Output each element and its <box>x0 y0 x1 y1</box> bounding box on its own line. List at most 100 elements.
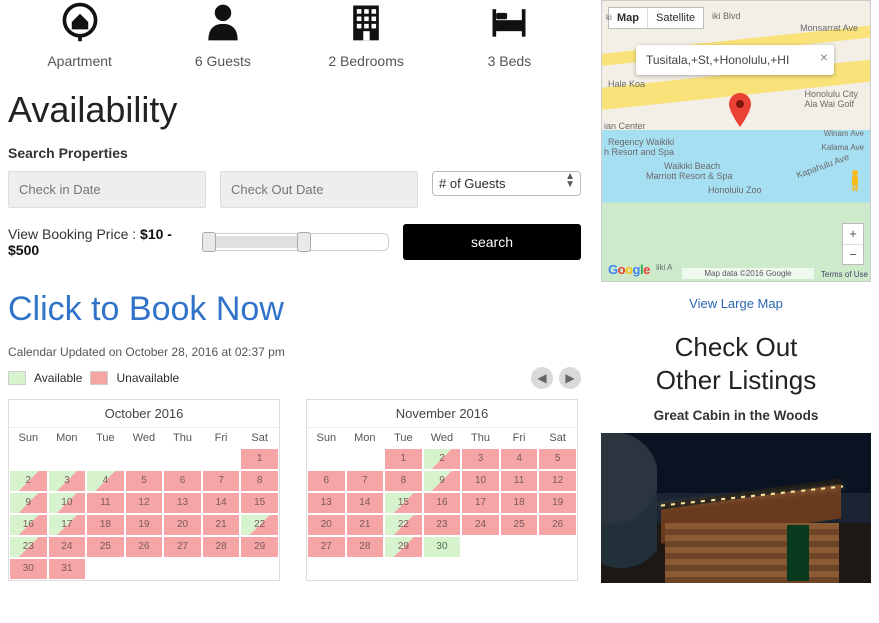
search-button[interactable]: search <box>403 224 581 260</box>
calendar-day[interactable]: 5 <box>539 449 576 469</box>
calendar-day[interactable]: 14 <box>347 493 384 513</box>
calendar-day[interactable]: 29 <box>241 537 278 557</box>
map-label: Ala Wai Golf <box>804 99 854 109</box>
calendar-day-header: Tue <box>384 428 423 449</box>
map-label: Honolulu City <box>804 89 858 99</box>
feature-guests: 6 Guests <box>151 0 294 69</box>
calendar-day[interactable]: 3 <box>49 471 86 491</box>
calendar-day[interactable]: 1 <box>385 449 422 469</box>
calendar-day[interactable]: 13 <box>164 493 201 513</box>
calendar-day[interactable]: 19 <box>126 515 163 535</box>
calendar-day[interactable]: 16 <box>424 493 461 513</box>
calendar-day[interactable]: 26 <box>539 515 576 535</box>
calendar-day[interactable]: 10 <box>462 471 499 491</box>
calendar-day[interactable]: 11 <box>87 493 124 513</box>
calendar-day[interactable]: 30 <box>10 559 47 579</box>
calendar-day[interactable]: 8 <box>241 471 278 491</box>
map-label: Monsarrat Ave <box>800 23 858 33</box>
calendar-day[interactable]: 14 <box>203 493 240 513</box>
calendar-day[interactable]: 22 <box>241 515 278 535</box>
calendar-day[interactable]: 6 <box>308 471 345 491</box>
calendar-day[interactable]: 25 <box>501 515 538 535</box>
calendar-title: November 2016 <box>307 400 577 427</box>
close-icon[interactable]: × <box>820 49 828 65</box>
calendar-day[interactable]: 16 <box>10 515 47 535</box>
map-terms-link[interactable]: Terms of Use <box>821 270 868 279</box>
calendar-day[interactable]: 24 <box>49 537 86 557</box>
calendar-prev-button[interactable]: ◀ <box>531 367 553 389</box>
calendar-day-header: Sun <box>307 428 346 449</box>
calendar-day[interactable]: 18 <box>501 493 538 513</box>
feature-bedrooms: 2 Bedrooms <box>295 0 438 69</box>
map-pin-icon[interactable] <box>728 93 752 134</box>
calendar-day[interactable]: 1 <box>241 449 278 469</box>
calendar-day[interactable]: 2 <box>10 471 47 491</box>
calendar-day[interactable]: 8 <box>385 471 422 491</box>
slider-handle-max[interactable] <box>297 232 311 252</box>
calendar-day[interactable]: 28 <box>347 537 384 557</box>
map-label: h Resort and Spa <box>604 147 674 157</box>
calendar-next-button[interactable]: ▶ <box>559 367 581 389</box>
calendar-day[interactable]: 25 <box>87 537 124 557</box>
map-type-map[interactable]: Map <box>609 8 647 28</box>
calendar-day[interactable]: 4 <box>87 471 124 491</box>
checkout-input[interactable] <box>220 171 418 208</box>
calendar-day[interactable]: 7 <box>203 471 240 491</box>
calendar-day[interactable]: 27 <box>164 537 201 557</box>
zoom-out-button[interactable]: − <box>843 244 863 264</box>
price-slider[interactable] <box>204 233 389 251</box>
calendar-day[interactable]: 21 <box>347 515 384 535</box>
calendar-day[interactable]: 5 <box>126 471 163 491</box>
pegman-icon[interactable] <box>846 169 864 193</box>
calendar-day[interactable]: 23 <box>424 515 461 535</box>
calendar-day[interactable]: 15 <box>241 493 278 513</box>
calendar-day[interactable]: 28 <box>203 537 240 557</box>
calendar-day[interactable]: 27 <box>308 537 345 557</box>
calendar-day[interactable]: 12 <box>539 471 576 491</box>
calendar-day[interactable]: 9 <box>424 471 461 491</box>
calendar-day[interactable]: 7 <box>347 471 384 491</box>
calendar-day[interactable]: 6 <box>164 471 201 491</box>
calendar-day[interactable]: 2 <box>424 449 461 469</box>
listing-thumbnail[interactable] <box>601 433 871 583</box>
book-now-link[interactable]: Click to Book Now <box>8 290 581 329</box>
legend-swatch-available <box>8 371 26 385</box>
calendar-day[interactable]: 13 <box>308 493 345 513</box>
map-type-toggle[interactable]: Map Satellite <box>608 7 704 29</box>
calendar-day[interactable]: 22 <box>385 515 422 535</box>
calendar-day[interactable]: 3 <box>462 449 499 469</box>
calendar-day[interactable]: 17 <box>462 493 499 513</box>
calendar-day[interactable]: 26 <box>126 537 163 557</box>
map-label: Honolulu Zoo <box>708 185 762 195</box>
view-large-map-link[interactable]: View Large Map <box>601 296 871 311</box>
calendar-day[interactable]: 24 <box>462 515 499 535</box>
calendar-day[interactable]: 17 <box>49 515 86 535</box>
calendar-day[interactable]: 19 <box>539 493 576 513</box>
calendar-day[interactable]: 11 <box>501 471 538 491</box>
map-zoom-control[interactable]: + − <box>842 223 864 265</box>
calendar-day[interactable]: 4 <box>501 449 538 469</box>
calendar-day[interactable]: 29 <box>385 537 422 557</box>
calendar-day[interactable]: 12 <box>126 493 163 513</box>
listing-title: Great Cabin in the Woods <box>601 408 871 423</box>
calendar-day[interactable]: 20 <box>308 515 345 535</box>
zoom-in-button[interactable]: + <box>843 224 863 244</box>
guests-select[interactable]: # of Guests <box>432 171 581 196</box>
map[interactable]: Map Satellite Tusitala,+St,+Honolulu,+HI… <box>601 0 871 282</box>
map-type-satellite[interactable]: Satellite <box>647 8 703 28</box>
calendar-day[interactable]: 21 <box>203 515 240 535</box>
calendar-day[interactable]: 15 <box>385 493 422 513</box>
calendar-day[interactable]: 23 <box>10 537 47 557</box>
checkin-input[interactable] <box>8 171 206 208</box>
slider-handle-min[interactable] <box>202 232 216 252</box>
calendar-day[interactable]: 18 <box>87 515 124 535</box>
calendar-day[interactable]: 31 <box>49 559 86 579</box>
calendar-day[interactable]: 9 <box>10 493 47 513</box>
map-info-text: Tusitala,+St,+Honolulu,+HI <box>646 53 789 67</box>
cabin-snow <box>601 433 657 583</box>
calendar-day[interactable]: 20 <box>164 515 201 535</box>
map-label: ki <box>606 13 612 22</box>
calendar-day[interactable]: 10 <box>49 493 86 513</box>
calendar-day[interactable]: 30 <box>424 537 461 557</box>
slider-fill <box>207 236 299 248</box>
